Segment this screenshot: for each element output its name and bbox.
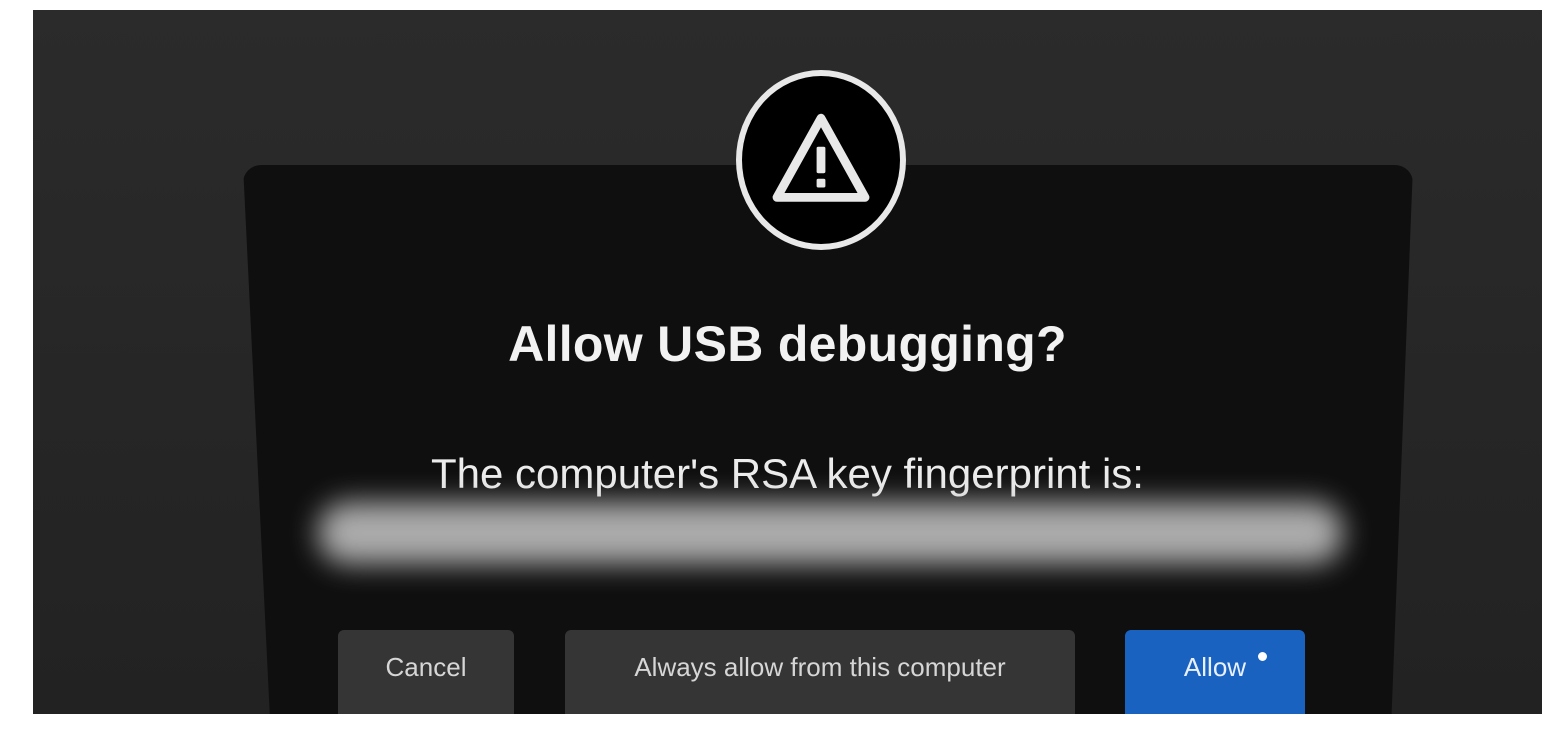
cancel-button[interactable]: Cancel xyxy=(338,630,514,714)
screen: Allow USB debugging? The computer's RSA … xyxy=(33,10,1542,714)
rsa-fingerprint-blurred xyxy=(318,502,1343,564)
warning-badge xyxy=(736,70,906,250)
dialog-title: Allow USB debugging? xyxy=(508,316,1067,372)
always-allow-button[interactable]: Always allow from this computer xyxy=(565,630,1075,714)
allow-button-label: Allow xyxy=(1183,651,1247,682)
focus-dot xyxy=(1258,652,1267,661)
always-allow-button-label: Always allow from this computer xyxy=(634,651,1006,682)
warning-triangle-icon xyxy=(772,113,870,202)
cancel-button-label: Cancel xyxy=(385,651,467,682)
dialog-message: The computer's RSA key fingerprint is: xyxy=(431,450,1144,497)
allow-button[interactable]: Allow xyxy=(1125,630,1305,714)
